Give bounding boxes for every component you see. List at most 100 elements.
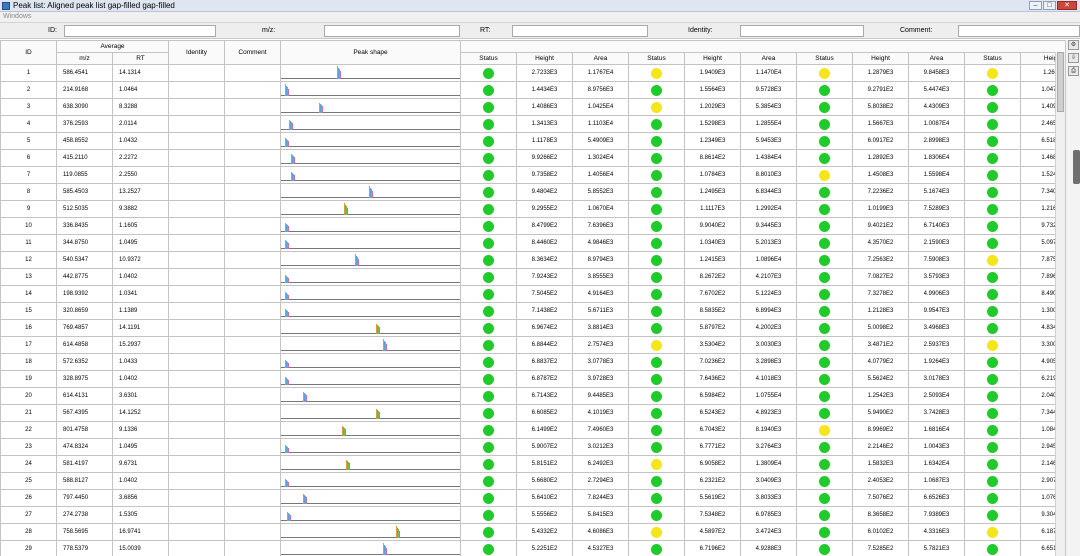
right-column-header[interactable]: Area: [572, 52, 629, 65]
table-row[interactable]: 28 758.5695 16.9741: [0, 523, 461, 541]
row-identity[interactable]: [168, 268, 225, 286]
row-identity[interactable]: [168, 166, 225, 184]
row-comment[interactable]: [224, 319, 281, 337]
row-identity[interactable]: [168, 455, 225, 473]
scrollbar-thumb[interactable]: [1057, 52, 1064, 112]
right-column-header[interactable]: Area: [908, 52, 965, 65]
row-identity[interactable]: [168, 404, 225, 422]
row-comment[interactable]: [224, 489, 281, 507]
right-column-header[interactable]: Height: [852, 52, 909, 65]
comment-filter-input[interactable]: [958, 25, 1080, 37]
row-identity[interactable]: [168, 438, 225, 456]
row-identity[interactable]: [168, 285, 225, 303]
table-row[interactable]: 5.6410E2 7.8244E3 5.5619E2 3.8033E3 7.5076E2…: [460, 489, 1065, 507]
table-row[interactable]: 6.6085E2 4.1019E3 6.5243E2 4.8923E3 5.9490E2…: [460, 404, 1065, 422]
right-column-header[interactable]: Area: [740, 52, 797, 65]
mz-column-header[interactable]: m/z: [56, 52, 113, 65]
row-identity[interactable]: [168, 149, 225, 167]
row-identity[interactable]: [168, 489, 225, 507]
table-row[interactable]: 8.4460E2 4.9846E3 1.0340E3 5.2013E3 4.3570E2…: [460, 234, 1065, 252]
comment-column-header[interactable]: Comment: [224, 40, 281, 65]
table-row[interactable]: 7.1438E2 5.6711E3 8.5835E2 6.8994E3 1.2128E3…: [460, 302, 1065, 320]
row-identity[interactable]: [168, 523, 225, 541]
row-comment[interactable]: [224, 506, 281, 524]
right-column-header[interactable]: Status: [796, 52, 853, 65]
row-identity[interactable]: [168, 353, 225, 371]
table-settings-icon[interactable]: ⚙: [1068, 40, 1079, 50]
table-row[interactable]: 1 586.4541 14.1314: [0, 64, 461, 82]
table-row[interactable]: 5 458.8552 1.0432: [0, 132, 461, 150]
row-comment[interactable]: [224, 540, 281, 556]
table-row[interactable]: 22 801.4758 9.1336: [0, 421, 461, 439]
table-row[interactable]: 7.5045E2 4.9164E3 7.6702E2 5.1224E3 7.3278E2…: [460, 285, 1065, 303]
row-identity[interactable]: [168, 370, 225, 388]
row-identity[interactable]: [168, 336, 225, 354]
row-comment[interactable]: [224, 64, 281, 82]
side-panel-tab[interactable]: [1073, 150, 1080, 184]
table-row[interactable]: 8 585.4503 13.2527: [0, 183, 461, 201]
row-comment[interactable]: [224, 421, 281, 439]
table-row[interactable]: 15 320.8659 1.1389: [0, 302, 461, 320]
row-comment[interactable]: [224, 302, 281, 320]
row-comment[interactable]: [224, 166, 281, 184]
row-comment[interactable]: [224, 268, 281, 286]
table-row[interactable]: 8.4799E2 7.6396E3 9.9040E2 9.3445E3 9.4021E2…: [460, 217, 1065, 235]
row-comment[interactable]: [224, 404, 281, 422]
rt-filter-input[interactable]: [512, 25, 648, 37]
row-comment[interactable]: [224, 234, 281, 252]
vertical-scrollbar[interactable]: [1055, 52, 1065, 556]
row-identity[interactable]: [168, 81, 225, 99]
table-row[interactable]: 25 588.8127 1.0402: [0, 472, 461, 490]
row-identity[interactable]: [168, 319, 225, 337]
table-row[interactable]: 5.8151E2 6.2492E3 6.9058E2 1.3809E4 1.5832E3…: [460, 455, 1065, 473]
table-row[interactable]: 6.8837E2 3.0778E3 7.0236E2 3.2898E3 4.0779E2…: [460, 353, 1065, 371]
table-row[interactable]: 23 474.8324 1.0495: [0, 438, 461, 456]
table-row[interactable]: 2.7233E3 1.1767E4 1.9409E3 1.1470E4 1.2879E3…: [460, 64, 1065, 82]
table-row[interactable]: 24 581.4197 9.6731: [0, 455, 461, 473]
table-row[interactable]: 5.5556E2 5.8415E3 7.5348E2 6.9785E3 8.3658E2…: [460, 506, 1065, 524]
table-row[interactable]: 9.9266E2 1.3024E4 8.8614E2 1.4384E4 1.2892E3…: [460, 149, 1065, 167]
table-row[interactable]: 9.4804E2 5.8552E3 1.2495E3 6.8344E3 7.2236E2…: [460, 183, 1065, 201]
table-row[interactable]: 4 376.2593 2.0114: [0, 115, 461, 133]
table-row[interactable]: 1.1178E3 5.4909E3 1.2349E3 5.9453E3 6.0917E2…: [460, 132, 1065, 150]
row-identity[interactable]: [168, 506, 225, 524]
table-row[interactable]: 5.6680E2 2.7294E3 6.2321E2 3.0409E3 2.4053E2…: [460, 472, 1065, 490]
row-identity[interactable]: [168, 217, 225, 235]
row-identity[interactable]: [168, 115, 225, 133]
table-row[interactable]: 6.1499E2 7.4960E3 6.7043E2 8.1940E3 8.9969E2…: [460, 421, 1065, 439]
print-icon[interactable]: ⎙: [1068, 66, 1079, 76]
table-row[interactable]: 21 567.4395 14.1252: [0, 404, 461, 422]
table-row[interactable]: 10 336.8435 1.1605: [0, 217, 461, 235]
row-identity[interactable]: [168, 132, 225, 150]
maximize-button[interactable]: □: [1043, 1, 1056, 10]
row-comment[interactable]: [224, 251, 281, 269]
row-comment[interactable]: [224, 285, 281, 303]
right-column-header[interactable]: Status: [964, 52, 1021, 65]
row-comment[interactable]: [224, 387, 281, 405]
row-identity[interactable]: [168, 302, 225, 320]
menu-windows[interactable]: Windows: [3, 13, 31, 20]
rt-column-header[interactable]: RT: [112, 52, 169, 65]
row-comment[interactable]: [224, 523, 281, 541]
table-row[interactable]: 18 572.6352 1.0433: [0, 353, 461, 371]
row-identity[interactable]: [168, 64, 225, 82]
row-identity[interactable]: [168, 472, 225, 490]
export-icon[interactable]: ⇩: [1068, 53, 1079, 63]
identity-filter-input[interactable]: [740, 25, 864, 37]
table-row[interactable]: 6.7143E2 9.4485E3 6.5984E2 1.0755E4 1.2542E3…: [460, 387, 1065, 405]
table-row[interactable]: 6.9674E2 3.8814E3 5.8797E2 4.2002E3 5.0098E2…: [460, 319, 1065, 337]
table-row[interactable]: 8.3634E2 8.9794E3 1.2415E3 1.0896E4 7.2563E2…: [460, 251, 1065, 269]
row-identity[interactable]: [168, 251, 225, 269]
table-row[interactable]: 2 214.9168 1.0464: [0, 81, 461, 99]
table-row[interactable]: 6.8844E2 2.7574E3 3.5304E2 3.0030E3 3.4871E2…: [460, 336, 1065, 354]
row-comment[interactable]: [224, 115, 281, 133]
mz-filter-input[interactable]: [324, 25, 460, 37]
row-identity[interactable]: [168, 387, 225, 405]
right-column-header[interactable]: Height: [516, 52, 573, 65]
table-row[interactable]: 14 198.9392 1.0341: [0, 285, 461, 303]
row-identity[interactable]: [168, 98, 225, 116]
table-row[interactable]: 9.2955E2 1.0670E4 1.1117E3 1.2992E4 1.0199E3…: [460, 200, 1065, 218]
row-comment[interactable]: [224, 132, 281, 150]
table-row[interactable]: 11 344.8750 1.0495: [0, 234, 461, 252]
row-comment[interactable]: [224, 353, 281, 371]
